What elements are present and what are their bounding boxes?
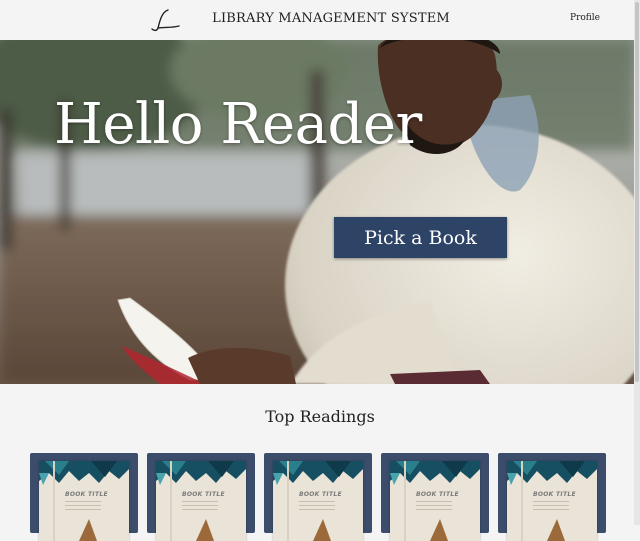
hero-heading: Hello Reader bbox=[54, 92, 422, 157]
book-cover-image: BOOK TITLE bbox=[390, 461, 480, 541]
pick-a-book-button[interactable]: Pick a Book bbox=[334, 217, 507, 258]
book-cover-title: BOOK TITLE bbox=[65, 491, 108, 498]
book-cover-title: BOOK TITLE bbox=[182, 491, 225, 498]
page-scrollbar[interactable] bbox=[634, 0, 640, 525]
hero-banner: Hello Reader Pick a Book bbox=[0, 40, 634, 384]
app-title: LIBRARY MANAGEMENT SYSTEM bbox=[212, 11, 450, 26]
book-card[interactable]: BOOK TITLE bbox=[498, 453, 606, 541]
book-cover-title: BOOK TITLE bbox=[416, 491, 459, 498]
book-card[interactable]: BOOK TITLE bbox=[30, 453, 138, 541]
scrollbar-thumb[interactable] bbox=[635, 2, 639, 382]
book-cover-image: BOOK TITLE bbox=[273, 461, 363, 541]
book-cover-title: BOOK TITLE bbox=[533, 491, 576, 498]
book-card[interactable]: BOOK TITLE bbox=[264, 453, 372, 541]
top-readings-list: BOOK TITLE BOOK TITLE BOOK TITLE BOOK TI… bbox=[30, 453, 610, 541]
profile-link[interactable]: Profile bbox=[570, 13, 600, 23]
book-cover-image: BOOK TITLE bbox=[507, 461, 597, 541]
top-navbar: LIBRARY MANAGEMENT SYSTEM Profile bbox=[0, 0, 634, 41]
book-cover-title: BOOK TITLE bbox=[299, 491, 342, 498]
book-card[interactable]: BOOK TITLE bbox=[381, 453, 489, 541]
top-readings-title: Top Readings bbox=[265, 407, 375, 426]
book-card[interactable]: BOOK TITLE bbox=[147, 453, 255, 541]
book-cover-image: BOOK TITLE bbox=[156, 461, 246, 541]
book-cover-image: BOOK TITLE bbox=[39, 461, 129, 541]
